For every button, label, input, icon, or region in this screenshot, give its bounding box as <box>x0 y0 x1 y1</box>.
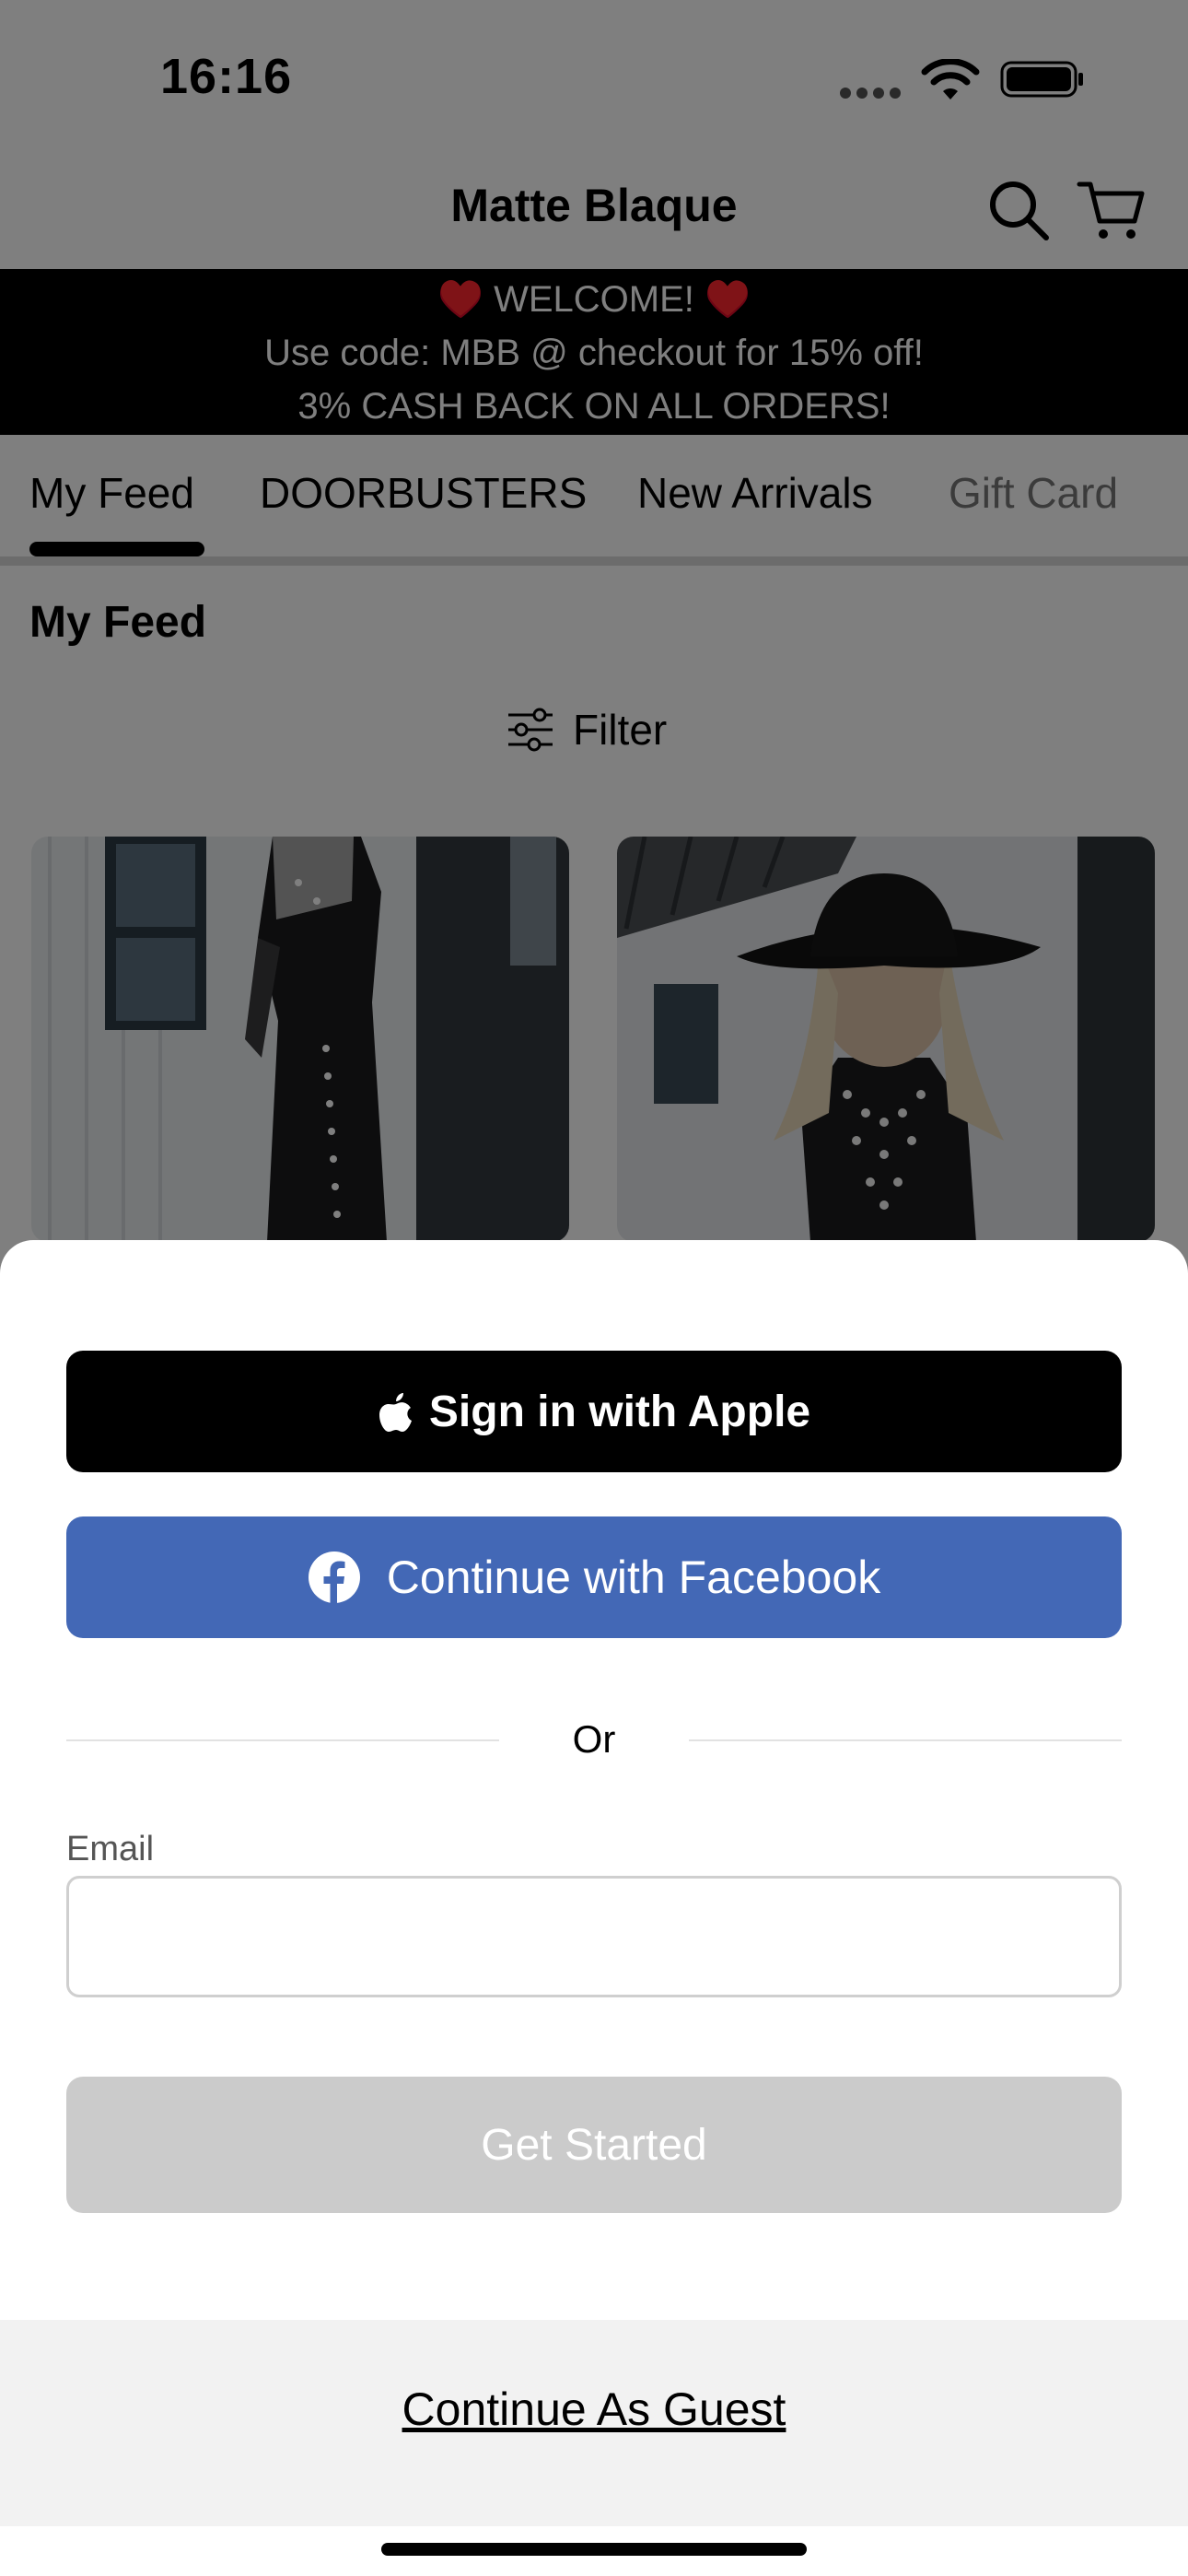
apple-logo-icon <box>379 1393 412 1432</box>
apple-button-label: Sign in with Apple <box>428 1387 811 1436</box>
email-field[interactable] <box>66 1876 1122 1997</box>
facebook-icon <box>308 1551 360 1604</box>
get-started-label: Get Started <box>481 2120 707 2170</box>
continue-with-facebook-button[interactable]: Continue with Facebook <box>66 1516 1122 1638</box>
continue-as-guest-link[interactable]: Continue As Guest <box>0 2383 1188 2436</box>
facebook-button-label: Continue with Facebook <box>386 1551 881 1603</box>
divider-right <box>689 1739 1122 1741</box>
sign-in-sheet: Sign in with Apple Continue with Faceboo… <box>0 1240 1188 2576</box>
sign-in-with-apple-button[interactable]: Sign in with Apple <box>66 1351 1122 1472</box>
guest-footer: Continue As Guest <box>0 2320 1188 2526</box>
get-started-button[interactable]: Get Started <box>66 2077 1122 2213</box>
email-label: Email <box>66 1830 155 1868</box>
home-indicator <box>381 2543 807 2556</box>
app-screen: 16:16 Matte Blaque ♥️ WELCOME! ♥️ Use co… <box>0 0 1188 2576</box>
